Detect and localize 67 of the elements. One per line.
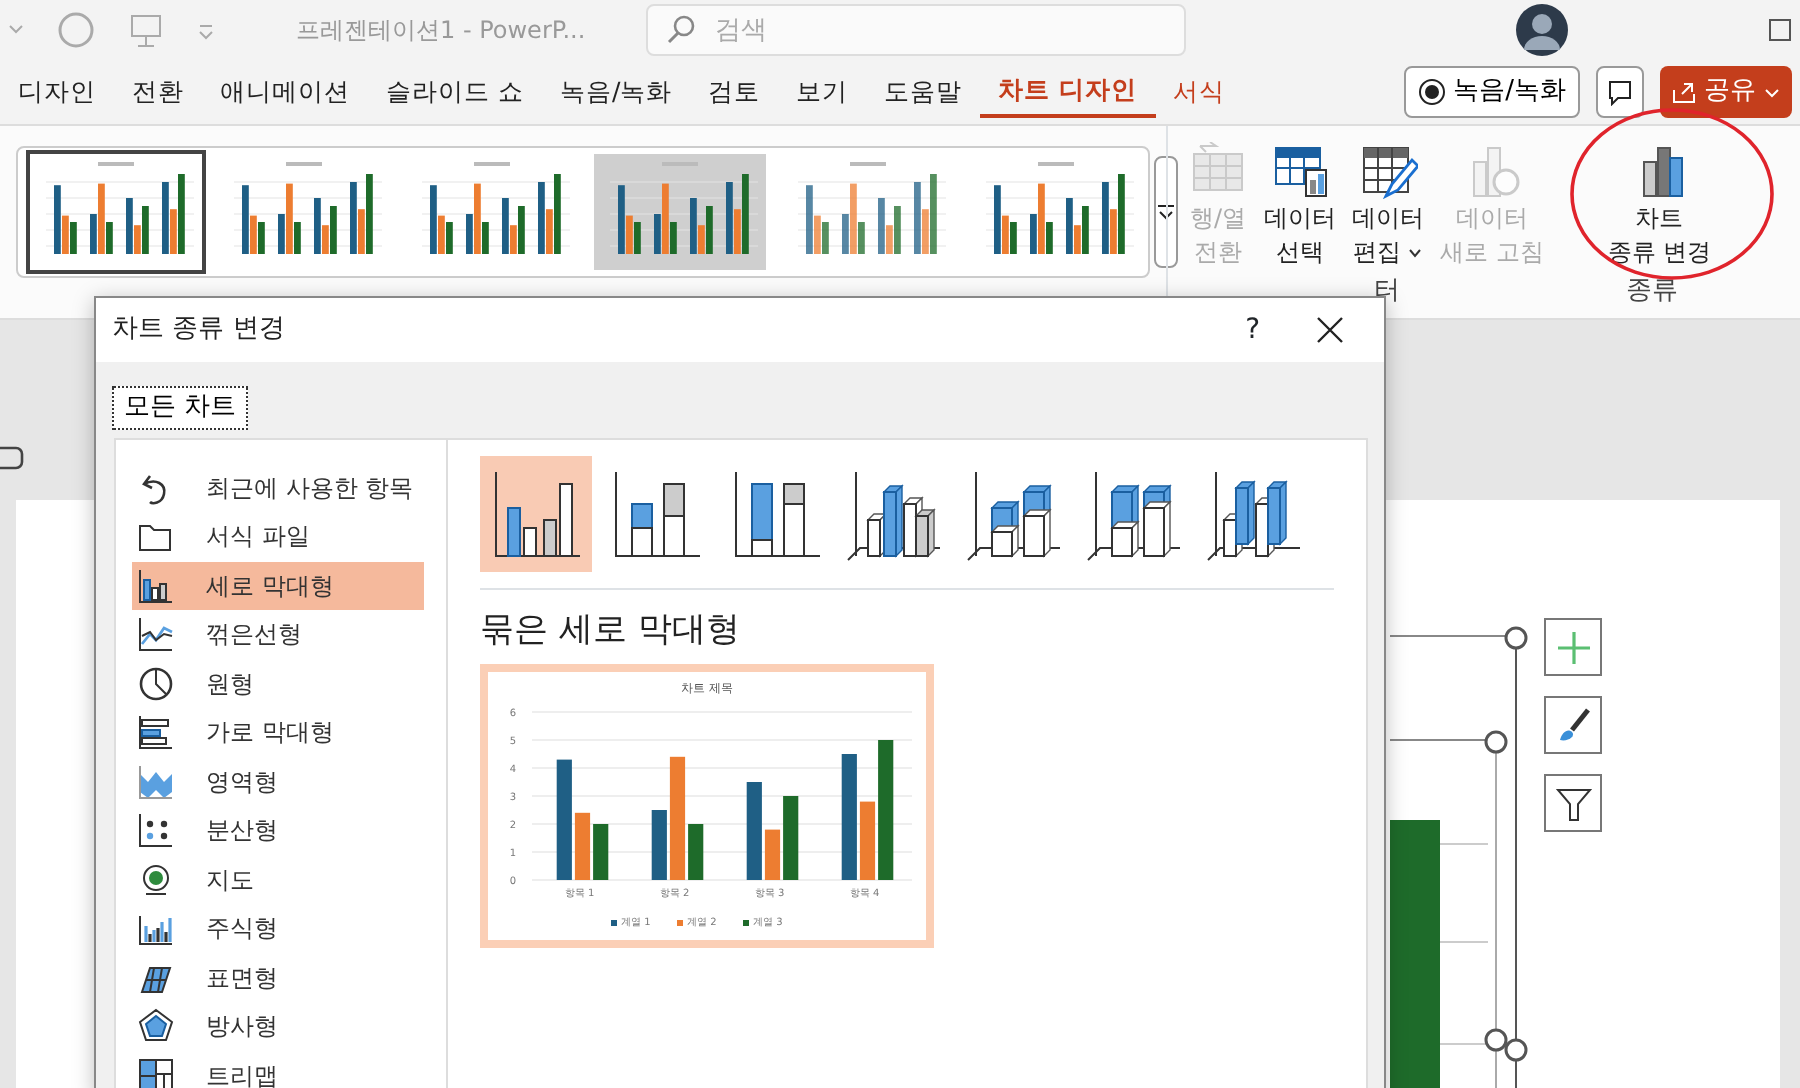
share-button[interactable]: 공유 (1660, 66, 1792, 118)
all-charts-tab[interactable]: 모든 차트 (112, 386, 249, 429)
scatter-chart-icon (138, 812, 174, 849)
select-data-icon (1270, 142, 1330, 202)
chart-category-item[interactable]: 영역형 (132, 757, 424, 806)
avatar-icon[interactable] (1516, 4, 1568, 56)
ribbon-tab[interactable]: 녹음/녹화 (541, 66, 691, 118)
ribbon-tab[interactable]: 슬라이드 쇼 (368, 66, 542, 118)
stock-chart-icon (138, 910, 174, 947)
chart-category-item[interactable]: 트리맵 (132, 1051, 424, 1088)
chart-elements-button[interactable] (1544, 618, 1602, 676)
group-label: 종류 (1626, 273, 1678, 309)
chart-subtype-option[interactable] (480, 455, 592, 571)
pie-chart-icon (138, 665, 174, 702)
bar-chart-icon (138, 714, 174, 751)
close-icon (1316, 315, 1344, 344)
chart-category-item[interactable]: 세로 막대형 (132, 561, 424, 610)
caret-icon (1764, 84, 1780, 100)
chart-category-item[interactable]: 최근에 사용한 항목 (132, 463, 424, 512)
ribbon-tab[interactable]: 차트 디자인 (980, 66, 1156, 118)
share-icon (1672, 80, 1696, 104)
ribbon-tab[interactable]: 보기 (778, 66, 867, 118)
chart-category-item[interactable]: 지도 (132, 855, 424, 904)
chart-category-item[interactable]: 원형 (132, 659, 424, 708)
ribbon-tab[interactable]: 도움말 (866, 66, 981, 118)
chart-filters-button[interactable] (1544, 774, 1602, 832)
chart-style-thumbnail[interactable] (590, 150, 770, 274)
comments-button[interactable] (1596, 66, 1644, 118)
gallery-more-button[interactable] (1154, 156, 1178, 268)
chart-style-thumbnail[interactable] (26, 150, 206, 274)
chart-subtype-title: 묶은 세로 막대형 (480, 607, 742, 653)
document-title: 프레젠테이션1 - PowerP... (296, 14, 586, 48)
chart-styles-button[interactable] (1544, 696, 1602, 754)
chart-category-item[interactable]: 방사형 (132, 1002, 424, 1051)
column-chart-icon (138, 567, 174, 604)
group-label: 터 (1374, 273, 1400, 309)
radar-chart-icon (138, 1008, 174, 1045)
ribbon-tab[interactable]: 전환 (114, 66, 202, 118)
resize-handle[interactable] (1504, 1038, 1528, 1062)
ribbon-tab[interactable]: 디자인 (0, 66, 114, 118)
record-icon (1417, 78, 1446, 106)
search-field[interactable]: 검색 (645, 4, 1186, 56)
comment-icon (1606, 77, 1634, 106)
ribbon-command-button[interactable]: 데이터 선택 (1260, 142, 1340, 270)
ribbon-tab[interactable]: 애니메이션 (202, 66, 368, 118)
line-chart-icon (138, 616, 174, 653)
ribbon-command-button[interactable]: 데이터 편집 (1348, 142, 1428, 270)
globe-icon (138, 861, 174, 898)
ribbon-tab[interactable]: 검토 (690, 66, 779, 118)
help-button[interactable]: ? (1229, 301, 1276, 359)
chart-category-item[interactable]: 표면형 (132, 953, 424, 1002)
chart-category-item[interactable]: 주식형 (132, 904, 424, 953)
ribbon-tab[interactable]: 서식 (1155, 66, 1244, 118)
more-icon (1156, 201, 1176, 222)
search-icon (665, 14, 698, 46)
resize-handle[interactable] (1484, 730, 1508, 754)
record-button[interactable]: 녹음/녹화 (1403, 66, 1580, 118)
area-chart-icon (138, 763, 174, 800)
resize-handle[interactable] (1484, 1028, 1508, 1052)
chart-category-item[interactable]: 서식 파일 (132, 512, 424, 561)
chart-category-item[interactable]: 가로 막대형 (132, 708, 424, 757)
maximize-icon[interactable] (1768, 18, 1792, 42)
chart-category-item[interactable]: 분산형 (132, 806, 424, 855)
edit-data-icon (1358, 142, 1418, 202)
dialog-title: 차트 종류 변경 (112, 312, 285, 349)
chart-category-item[interactable]: 꺾은선형 (132, 610, 424, 659)
resize-handle[interactable] (1504, 626, 1528, 650)
